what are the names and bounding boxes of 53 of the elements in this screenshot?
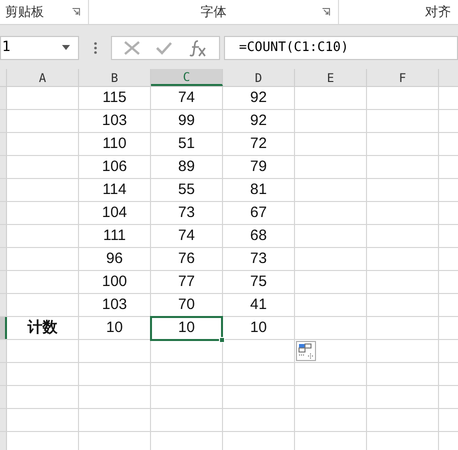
column-header[interactable]: C [151,69,223,86]
table-cell-text: 68 [250,226,267,246]
table-cell-text: 111 [103,226,126,246]
column-header[interactable]: F [367,69,439,86]
cancel-icon[interactable] [124,40,140,54]
table-cell-text: 77 [178,272,195,292]
ribbon-group-label: 对齐 [425,3,451,22]
table-cell-text: 106 [102,156,128,177]
table-cell-text: 76 [178,248,195,269]
table-cell-text: 92 [250,110,267,131]
dialog-launcher-icon[interactable] [322,8,330,16]
table-cell-text: 74 [178,226,195,246]
table-cell-text: 104 [102,202,128,223]
formula-input[interactable]: =COUNT(C1:C10) [224,36,458,60]
column-header[interactable]: D [223,69,295,86]
table-cell-text: 10 [250,318,267,338]
insert-function-icon[interactable] [188,38,207,56]
table-cell-text: 55 [178,180,195,200]
table-cell-text: 103 [102,294,128,315]
ribbon-group-label: 剪贴板 [5,3,44,22]
table-cell-text: 72 [250,134,267,154]
check-icon[interactable] [156,40,172,54]
table-cell-text: 103 [102,110,128,131]
table-cell-text: 96 [106,248,123,269]
table-cell-text: 99 [178,110,195,131]
row-label: 计数 [28,318,58,338]
table-cell-text: 74 [178,88,195,108]
dropdown-caret-icon[interactable] [62,45,70,50]
paste-options-icon[interactable] [296,341,316,361]
more-options-icon[interactable] [94,42,97,54]
table-cell-text: 115 [102,88,126,108]
table-cell-text: 89 [178,156,195,177]
table-cell-text: 110 [102,134,126,154]
dialog-launcher-icon[interactable] [72,8,80,16]
table-cell-text: 73 [250,248,267,269]
table-cell-text: 51 [178,134,195,154]
table-cell-text: 75 [250,272,267,292]
table-cell-text: 41 [250,294,267,315]
table-cell-text: 81 [250,180,267,200]
table-cell-text: 10 [178,318,195,338]
table-cell-text: 70 [178,294,195,315]
ribbon-group-label: 字体 [200,3,226,22]
column-header[interactable]: A [7,69,79,86]
table-cell-text: 73 [178,202,195,223]
table-cell-text: 79 [250,156,267,177]
table-cell-text: 114 [102,180,126,200]
name-box[interactable]: 1 [0,36,79,60]
column-header[interactable]: E [295,69,367,86]
table-cell-text: 92 [250,88,267,108]
table-cell-text: 100 [102,272,128,292]
table-cell-text: 67 [250,202,267,223]
row-header[interactable] [0,317,7,339]
table-cell-text: 10 [106,318,123,338]
